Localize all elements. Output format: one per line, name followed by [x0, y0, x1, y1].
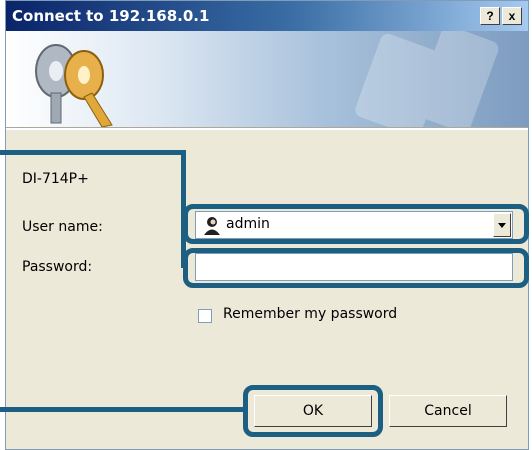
ok-callout: [243, 385, 383, 437]
keys-icon: [35, 44, 113, 127]
device-name: DI-714P+: [22, 171, 89, 187]
remember-checkbox[interactable]: [198, 309, 212, 323]
help-button[interactable]: ?: [480, 7, 500, 25]
username-label: User name:: [22, 219, 103, 235]
cancel-button[interactable]: Cancel: [389, 395, 507, 427]
dialog-banner: [6, 31, 528, 127]
callout-line-top: [0, 150, 186, 155]
password-callout: [183, 248, 529, 288]
remember-label[interactable]: Remember my password: [223, 306, 397, 322]
username-callout: [183, 204, 529, 244]
close-button[interactable]: x: [502, 7, 522, 25]
banner-divider: [6, 127, 528, 130]
callout-line-vertical: [181, 150, 186, 268]
callout-line-bottom: [0, 407, 246, 412]
password-label: Password:: [22, 259, 93, 275]
title-bar[interactable]: Connect to 192.168.0.1 ? x: [6, 1, 528, 31]
window-title: Connect to 192.168.0.1: [12, 7, 210, 25]
